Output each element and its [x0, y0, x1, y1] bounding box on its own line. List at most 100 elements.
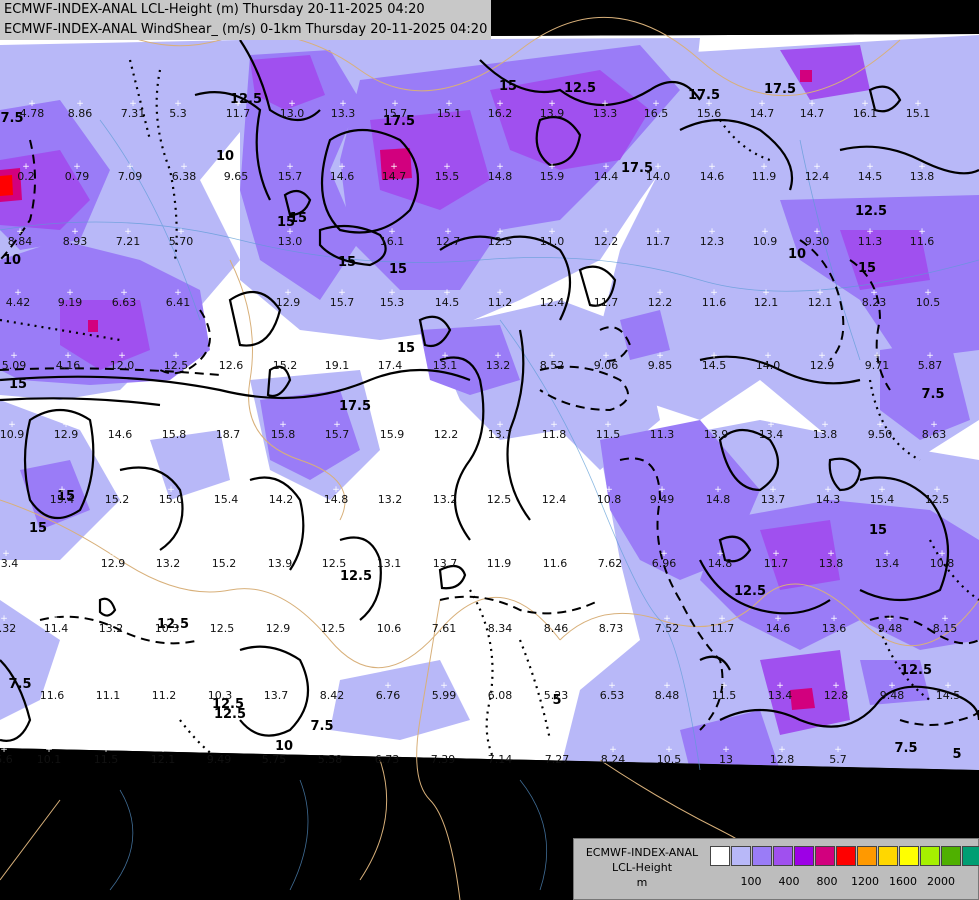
station-marker: + — [338, 162, 346, 172]
station-marker: + — [329, 614, 337, 624]
station-marker: + — [163, 614, 171, 624]
station-marker: + — [160, 681, 168, 691]
station-marker: + — [224, 420, 232, 430]
station-marker: + — [658, 485, 666, 495]
station-marker: + — [712, 420, 720, 430]
legend-parameter: LCL-Height — [611, 861, 673, 874]
station-marker: + — [602, 162, 610, 172]
contour-label: 12.5 — [900, 663, 932, 678]
station-marker: + — [64, 351, 72, 361]
station-marker: + — [918, 227, 926, 237]
contour-label: 12.5 — [340, 569, 372, 584]
station-marker: + — [654, 162, 662, 172]
contour-label: 10 — [788, 247, 806, 262]
station-marker: + — [441, 549, 449, 559]
station-marker: + — [551, 549, 559, 559]
station-marker: + — [332, 485, 340, 495]
station-marker: + — [388, 288, 396, 298]
station-marker: + — [663, 614, 671, 624]
station-marker: + — [762, 288, 770, 298]
contour-label: 10 — [3, 253, 21, 268]
station-marker: + — [818, 351, 826, 361]
station-marker: + — [608, 681, 616, 691]
contour-label: 12.5 — [564, 81, 596, 96]
station-marker: + — [28, 99, 36, 109]
station-marker: + — [222, 485, 230, 495]
legend-tick-label: 800 — [816, 875, 838, 888]
station-marker: + — [326, 745, 334, 755]
station-marker: + — [440, 614, 448, 624]
station-marker: + — [104, 681, 112, 691]
station-marker: + — [62, 420, 70, 430]
station-marker: + — [339, 99, 347, 109]
station-marker: + — [495, 485, 503, 495]
station-marker: + — [605, 485, 613, 495]
station-marker: + — [496, 162, 504, 172]
station-marker: + — [113, 485, 121, 495]
contour-label: 15 — [338, 255, 356, 270]
station-marker: + — [718, 614, 726, 624]
contour-label: 17.5 — [764, 82, 796, 97]
legend-swatch-7 — [857, 846, 877, 866]
station-marker: + — [330, 549, 338, 559]
contour-label: 7.5 — [310, 719, 333, 734]
station-marker: + — [816, 288, 824, 298]
legend-swatch-10 — [920, 846, 940, 866]
station-marker: + — [926, 351, 934, 361]
station-marker: + — [550, 420, 558, 430]
station-marker: + — [76, 99, 84, 109]
legend-unit: m — [636, 876, 648, 889]
station-marker: + — [10, 351, 18, 361]
station-marker: + — [938, 549, 946, 559]
station-marker: + — [277, 485, 285, 495]
station-marker: + — [918, 162, 926, 172]
legend-ticks: 100 400 800 1200 1600 2000 — [710, 875, 979, 889]
map-viewport: 7.5 12.5 15 15 17.5 12.5 15 17.5 10 15 15 10 15 17.5 1… — [0, 0, 979, 900]
station-marker: + — [761, 227, 769, 237]
station-marker: + — [118, 351, 126, 361]
station-marker: + — [708, 162, 716, 172]
station-marker: + — [174, 99, 182, 109]
station-marker: + — [274, 614, 282, 624]
station-marker: + — [444, 227, 452, 237]
station-marker: + — [2, 549, 10, 559]
contour-label: 5 — [952, 747, 961, 762]
station-marker: + — [216, 681, 224, 691]
station-marker: + — [215, 745, 223, 755]
station-marker: + — [720, 681, 728, 691]
station-marker: + — [385, 549, 393, 559]
contour-label: 12.5 — [214, 707, 246, 722]
station-marker: + — [722, 745, 730, 755]
station-marker: + — [270, 745, 278, 755]
station-marker: + — [609, 745, 617, 755]
contour-label: 17.5 — [339, 399, 371, 414]
station-marker: + — [705, 99, 713, 109]
station-marker: + — [443, 162, 451, 172]
station-marker: + — [774, 614, 782, 624]
contour-label: 7.5 — [921, 387, 944, 402]
station-marker: + — [390, 162, 398, 172]
station-marker: + — [14, 288, 22, 298]
station-marker: + — [52, 614, 60, 624]
station-marker: + — [656, 351, 664, 361]
station-marker: + — [66, 288, 74, 298]
station-marker: + — [234, 99, 242, 109]
station-marker: + — [553, 745, 561, 755]
station-marker: + — [177, 227, 185, 237]
legend-swatch-11 — [941, 846, 961, 866]
legend-swatch-3 — [773, 846, 793, 866]
station-marker: + — [654, 227, 662, 237]
station-marker: + — [386, 485, 394, 495]
station-marker: + — [656, 288, 664, 298]
station-marker: + — [710, 288, 718, 298]
station-marker: + — [286, 227, 294, 237]
station-marker: + — [924, 288, 932, 298]
station-marker: + — [45, 745, 53, 755]
station-marker: + — [281, 351, 289, 361]
station-marker: + — [48, 681, 56, 691]
station-marker: + — [930, 420, 938, 430]
legend-swatches — [710, 846, 979, 866]
lcl-height-map: 7.5 12.5 15 15 17.5 12.5 15 17.5 10 15 15 10 15 17.5 1… — [0, 0, 979, 900]
station-marker: + — [73, 162, 81, 172]
legend-tick-label: 1200 — [851, 875, 879, 888]
